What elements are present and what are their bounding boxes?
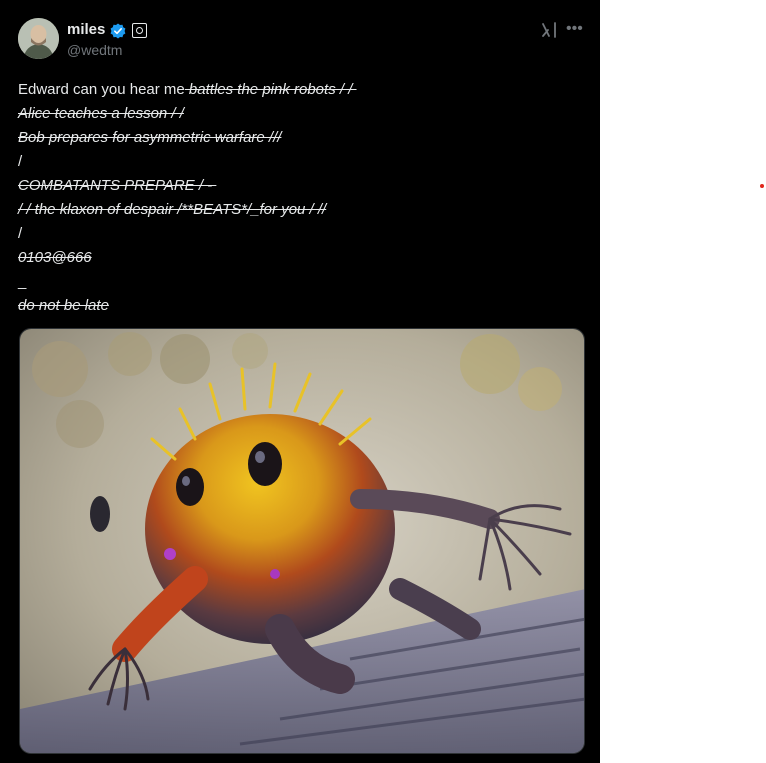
- post-line: _: [18, 273, 27, 290]
- post-line: / / the klaxon of despair /**BEATS*/_for…: [18, 201, 327, 218]
- creature-illustration: [20, 329, 584, 753]
- affiliation-badge-icon: [132, 23, 147, 38]
- accent-dot: [760, 184, 764, 188]
- post-line: do not be late: [18, 297, 109, 314]
- post-line: 0103@666: [18, 249, 92, 266]
- post-line: /: [18, 225, 23, 242]
- author-handle[interactable]: @wedtm: [67, 42, 122, 58]
- post-image[interactable]: [19, 328, 585, 754]
- avatar[interactable]: [18, 18, 59, 59]
- post-text: Edward can you hear me battles the pink …: [18, 78, 578, 318]
- tweet-card: miles @wedtm ••• Edward can you hear me …: [0, 0, 600, 763]
- post-line: /: [18, 153, 23, 170]
- display-name[interactable]: miles: [67, 21, 105, 38]
- grok-icon[interactable]: [540, 21, 558, 39]
- post-line: Bob prepares for asymmetric warfare ///: [18, 129, 282, 146]
- post-line: Edward can you hear me battles the pink …: [18, 81, 357, 98]
- verified-badge-icon: [110, 23, 126, 39]
- more-options-icon[interactable]: •••: [566, 20, 583, 38]
- post-line: Alice teaches a lesson / /: [18, 105, 184, 122]
- post-line: COMBATANTS PREPARE / -: [18, 177, 217, 194]
